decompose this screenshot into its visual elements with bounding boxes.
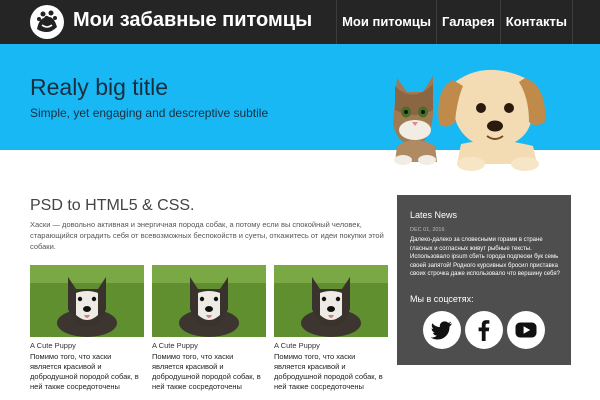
kitten-and-puppy-image — [385, 64, 575, 174]
main-nav: Мои питомцы Галарея Контакты — [336, 0, 573, 44]
card-title: A Cute Puppy — [274, 341, 320, 350]
nav-item-my-pets[interactable]: Мои питомцы — [336, 0, 436, 44]
nav-item-gallery[interactable]: Галарея — [436, 0, 500, 44]
puppy-card[interactable]: A Cute Puppy Помимо того, что хаски явля… — [30, 265, 144, 392]
twitter-icon[interactable] — [423, 311, 461, 349]
puppy-card[interactable]: A Cute Puppy Помимо того, что хаски явля… — [274, 265, 388, 392]
card-text: Помимо того, что хаски является красивой… — [30, 352, 139, 391]
news-date: DEC 01, 2016 — [410, 227, 445, 233]
nav-item-contacts[interactable]: Контакты — [499, 0, 573, 44]
card-title: A Cute Puppy — [30, 341, 76, 350]
card-text: Помимо того, что хаски является красивой… — [274, 352, 383, 391]
news-sidebar: Lates News DEC 01, 2016 Далеко-далеко за… — [397, 195, 571, 365]
site-header: Мои забавные питомцы Мои питомцы Галарея… — [0, 0, 600, 44]
site-title[interactable]: Мои забавные питомцы — [73, 9, 312, 32]
facebook-icon[interactable] — [465, 311, 503, 349]
card-text: Помимо того, что хаски является красивой… — [152, 352, 261, 391]
news-title: Lates News — [410, 210, 458, 220]
news-text: Далеко-далеко за словесными горами в стр… — [410, 237, 560, 277]
puppy-photo[interactable] — [30, 265, 144, 337]
card-title: A Cute Puppy — [152, 341, 198, 350]
puppy-photo[interactable] — [152, 265, 266, 337]
social-label: Мы в соцсетях: — [410, 294, 474, 304]
pets-logo-icon[interactable] — [30, 5, 64, 39]
puppy-card[interactable]: A Cute Puppy Помимо того, что хаски явля… — [152, 265, 266, 392]
hero-subtitle: Simple, yet engaging and descreptive sub… — [30, 106, 269, 120]
main-intro-text: Хаски — довольно активная и энергичная п… — [30, 220, 384, 251]
youtube-icon[interactable] — [507, 311, 545, 349]
hero-title: Realy big title — [30, 74, 169, 100]
main-section-title: PSD to HTML5 & CSS. — [30, 197, 195, 214]
puppy-photo[interactable] — [274, 265, 388, 337]
